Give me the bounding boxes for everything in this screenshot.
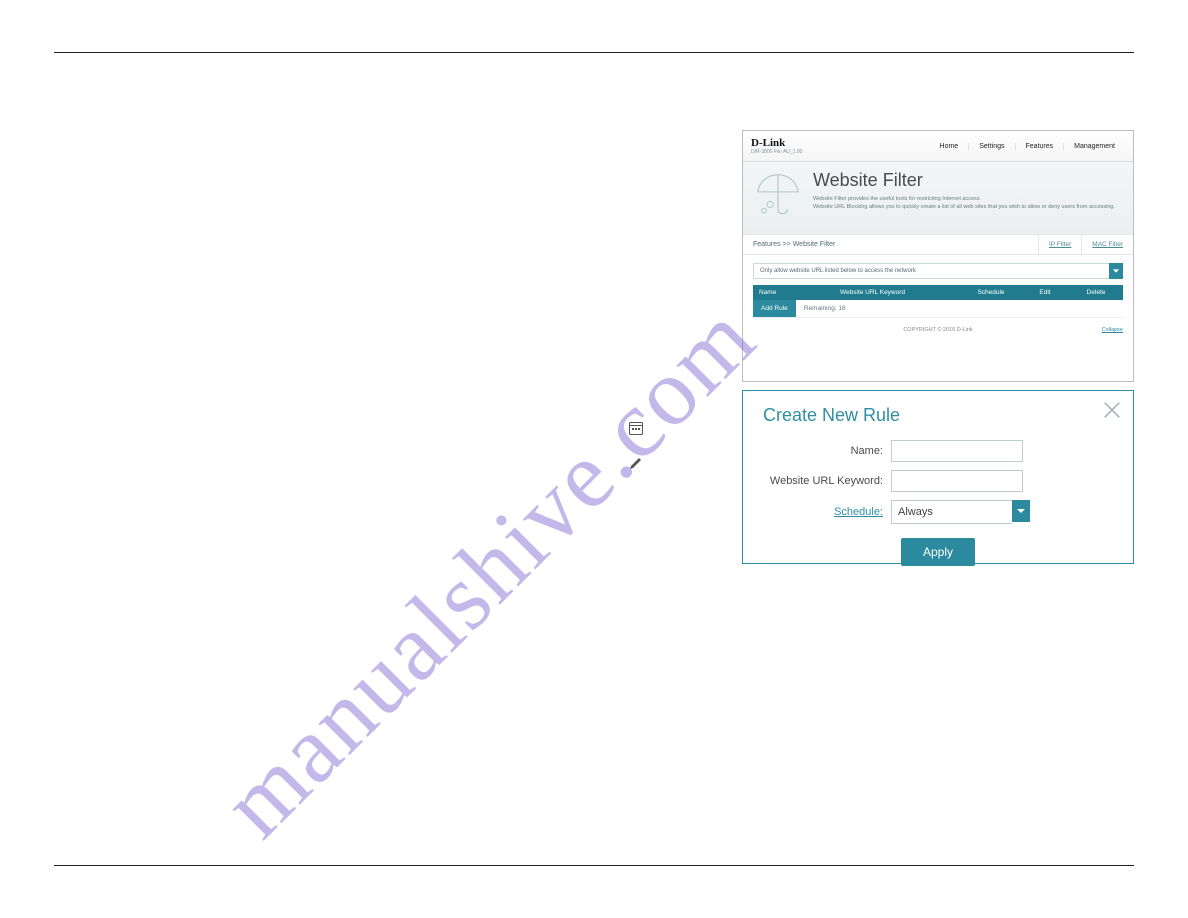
top-rule bbox=[54, 52, 1134, 53]
name-field[interactable] bbox=[891, 440, 1023, 462]
brand-logo: D-Link bbox=[751, 138, 802, 149]
tab-mac-filter[interactable]: MAC Filter bbox=[1081, 235, 1133, 254]
create-new-rule-modal: Create New Rule Name: Website URL Keywor… bbox=[742, 390, 1134, 564]
schedule-label[interactable]: Schedule: bbox=[763, 506, 891, 518]
nav-settings[interactable]: Settings bbox=[968, 143, 1014, 150]
tab-ip-filter[interactable]: IP Filter bbox=[1038, 235, 1081, 254]
website-filter-screenshot: D-Link DIR-3800 Fw: AU_1.00 Home Setting… bbox=[742, 130, 1134, 382]
url-keyword-field[interactable] bbox=[891, 470, 1023, 492]
page-description: Website Filter provides the useful tools… bbox=[813, 195, 1115, 212]
col-name: Name bbox=[753, 285, 834, 300]
breadcrumb: Features >> Website Filter bbox=[743, 235, 845, 254]
col-schedule: Schedule bbox=[961, 285, 1021, 300]
filter-mode-dropdown[interactable]: Only allow website URL listed below to a… bbox=[753, 263, 1123, 279]
bottom-rule bbox=[54, 865, 1134, 866]
apply-button[interactable]: Apply bbox=[901, 538, 975, 566]
dropdown-value: Only allow website URL listed below to a… bbox=[753, 263, 1109, 279]
col-url: Website URL Keyword bbox=[834, 285, 961, 300]
top-nav: Home Settings Features Management bbox=[930, 143, 1125, 150]
nav-management[interactable]: Management bbox=[1063, 143, 1125, 150]
remaining-text: Remaining: 16 bbox=[804, 305, 846, 312]
add-rule-button[interactable]: Add Rule bbox=[753, 300, 796, 317]
umbrella-icon bbox=[753, 170, 803, 220]
url-keyword-label: Website URL Keyword: bbox=[763, 475, 891, 487]
collapse-link[interactable]: Collapse bbox=[1102, 327, 1123, 333]
close-icon[interactable] bbox=[1101, 399, 1123, 424]
schedule-value: Always bbox=[891, 500, 1012, 524]
modal-title: Create New Rule bbox=[763, 405, 1113, 426]
copyright: COPYRIGHT © 2016 D-Link bbox=[903, 327, 972, 333]
col-edit: Edit bbox=[1021, 285, 1069, 300]
table-header: Name Website URL Keyword Schedule Edit D… bbox=[753, 285, 1123, 300]
schedule-select[interactable]: Always bbox=[891, 500, 1030, 524]
pencil-icon bbox=[628, 455, 644, 474]
model-text: DIR-3800 Fw: AU_1.00 bbox=[751, 150, 802, 155]
chevron-down-icon[interactable] bbox=[1012, 500, 1030, 522]
nav-features[interactable]: Features bbox=[1015, 143, 1064, 150]
col-delete: Delete bbox=[1069, 285, 1123, 300]
chevron-down-icon[interactable] bbox=[1109, 263, 1123, 279]
page-title: Website Filter bbox=[813, 170, 1115, 191]
calendar-icon bbox=[628, 420, 644, 439]
name-label: Name: bbox=[763, 445, 891, 457]
watermark: manualshive.com bbox=[200, 282, 777, 859]
nav-home[interactable]: Home bbox=[930, 143, 969, 150]
